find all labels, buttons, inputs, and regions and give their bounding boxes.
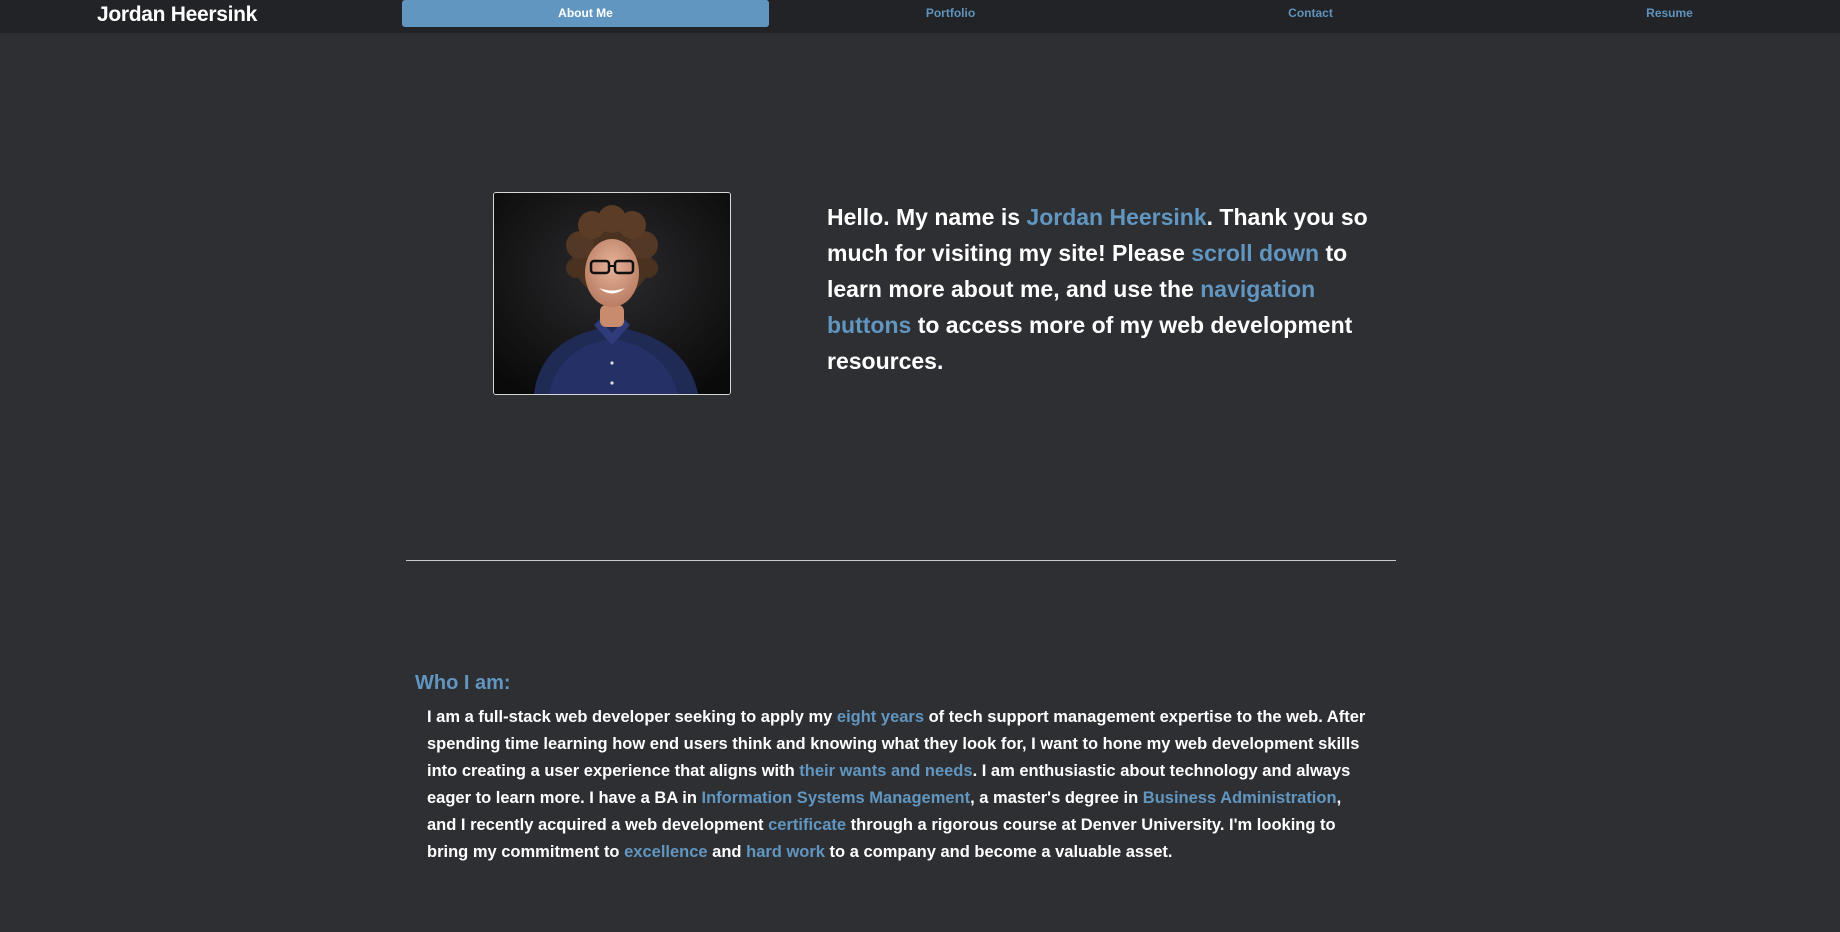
intro-scroll-highlight: scroll down: [1191, 240, 1320, 266]
portrait-illustration: [494, 193, 730, 394]
intro-part: Hello. My name is: [827, 204, 1027, 230]
nav-about-me[interactable]: About Me: [402, 0, 769, 27]
nav-portfolio[interactable]: Portfolio: [767, 0, 1134, 27]
about-text: , a master's degree in: [970, 789, 1143, 807]
about-text: to a company and become a valuable asset…: [824, 843, 1173, 861]
site-brand[interactable]: Jordan Heersink: [97, 3, 257, 27]
intro-name-highlight: Jordan Heersink: [1026, 204, 1207, 230]
about-text: and: [707, 843, 747, 861]
about-highlight: their wants and needs: [799, 762, 973, 780]
about-highlight: excellence: [624, 843, 708, 861]
about-highlight: eight years: [836, 708, 925, 726]
about-highlight: Business Administration: [1142, 789, 1337, 807]
nav-contact[interactable]: Contact: [1127, 0, 1494, 27]
section-divider: [406, 560, 1396, 561]
about-highlight: certificate: [768, 816, 847, 834]
about-paragraph: I am a full-stack web developer seeking …: [427, 704, 1372, 866]
top-navbar: Jordan Heersink About Me Portfolio Conta…: [0, 0, 1840, 33]
about-text: I am a full-stack web developer seeking …: [427, 708, 837, 726]
about-highlight: Information Systems Management: [701, 789, 971, 807]
about-highlight: hard work: [746, 843, 825, 861]
intro-text: Hello. My name is Jordan Heersink. Thank…: [827, 199, 1372, 379]
who-i-am-heading: Who I am:: [415, 672, 511, 694]
nav-resume[interactable]: Resume: [1486, 0, 1840, 27]
portrait-photo: [493, 192, 731, 395]
